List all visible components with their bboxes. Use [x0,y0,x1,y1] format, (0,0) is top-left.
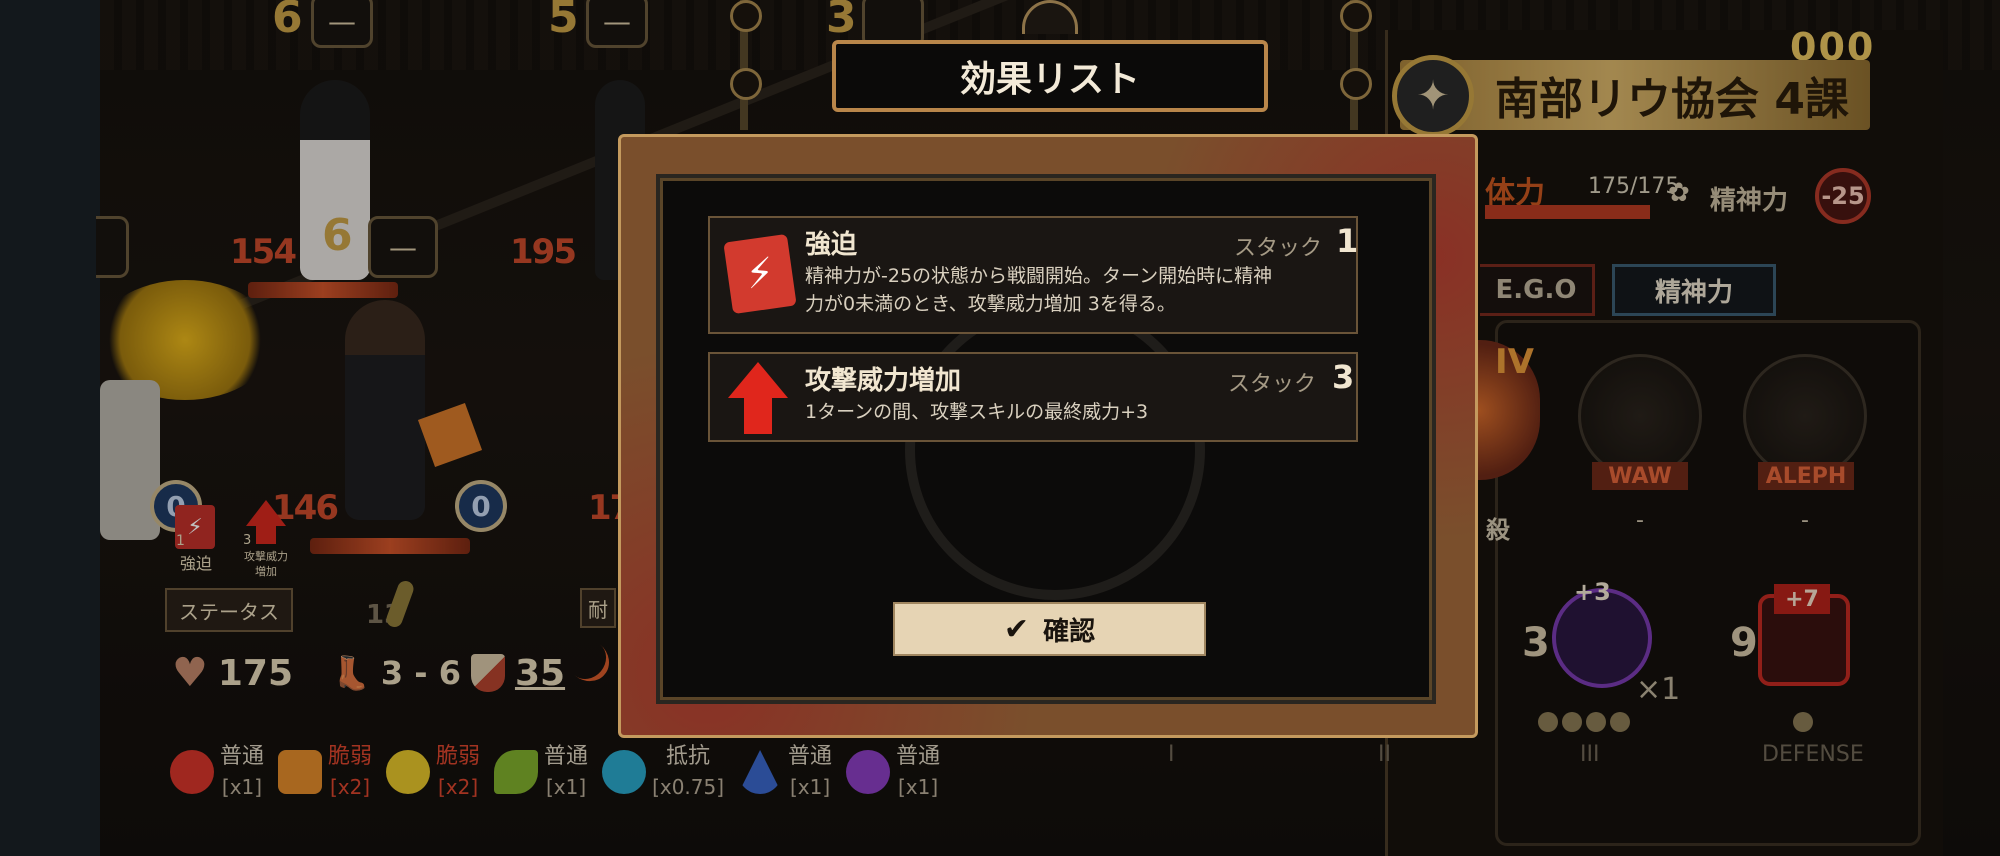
stack-count: 3 [1332,358,1355,396]
checkmark-icon: ✔ [1003,611,1030,647]
modal-title: 効果リスト [832,40,1268,112]
effect-description: 1ターンの間、攻撃スキルの最終威力+3 [805,401,1149,423]
confirm-label: 確認 [1043,616,1096,647]
modal-watermark-emblem [905,300,1205,600]
effect-description: 精神力が-25の状態から戦闘開始。ターン開始時に精神 [805,265,1273,287]
effect-name: 強迫 [805,230,858,260]
effect-description: 力が0未満のとき、攻撃威力増加 3を得る。 [805,293,1176,315]
attack-up-icon [728,362,792,434]
effect-card-compulsion[interactable]: ⚡ 強迫 スタック 1 精神力が-25の状態から戦闘開始。ターン開始時に精神 力… [708,216,1358,334]
stack-count: 1 [1336,222,1359,260]
stack-label: スタック [1234,236,1323,261]
effect-card-attack-power-up[interactable]: 攻撃威力増加 スタック 3 1ターンの間、攻撃スキルの最終威力+3 [708,352,1358,442]
effect-name: 攻撃威力増加 [805,366,962,396]
confirm-button[interactable]: ✔ 確認 [893,602,1206,656]
stack-label: スタック [1228,372,1317,397]
compulsion-icon: ⚡ [723,233,797,315]
